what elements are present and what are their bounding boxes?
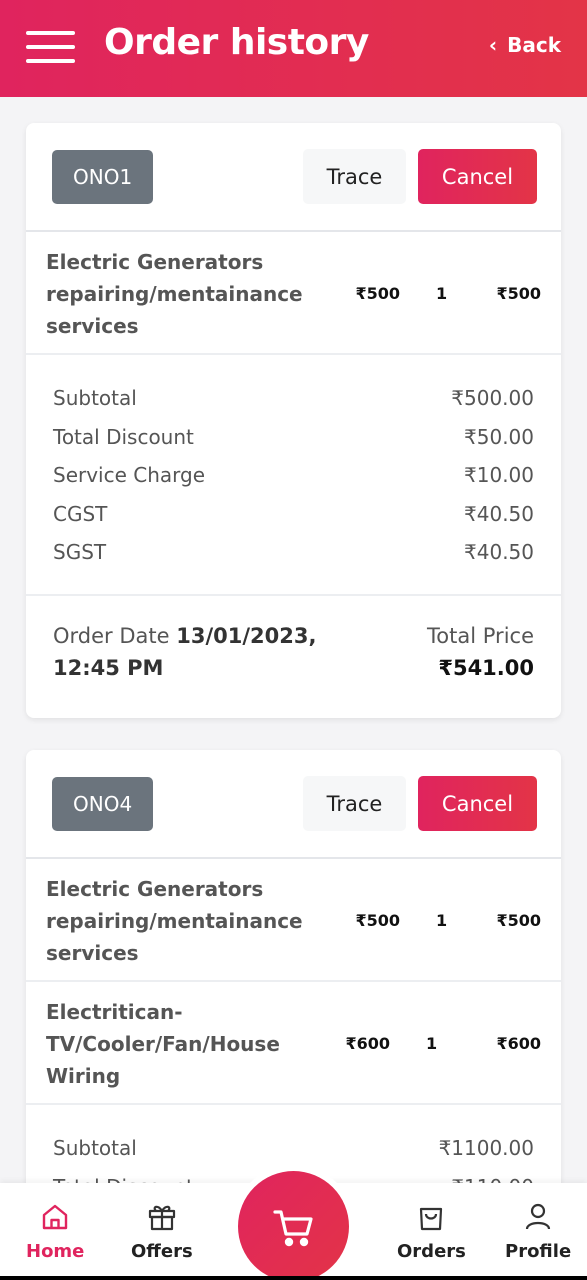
summary-row: Service Charge ₹10.00 [53,456,534,495]
item-total: ₹500 [496,284,541,303]
order-card-header: ONO4 Trace Cancel [26,750,561,859]
item-name: Electric Generators repairing/mentainanc… [46,250,303,338]
summary-label: Total Discount [53,1168,194,1184]
summary-label: Service Charge [53,463,206,487]
summary-value: ₹500.00 [451,386,534,410]
chevron-left-icon: ‹ [488,33,498,57]
summary-label: Subtotal [53,386,137,410]
app-header: Order history ‹ Back [0,0,587,97]
cancel-button[interactable]: Cancel [418,149,537,204]
total-price-value: ₹541.00 [438,655,534,680]
home-icon [43,1204,68,1230]
cart-icon [272,1209,313,1246]
summary-row: Subtotal ₹1100.00 [53,1129,534,1168]
order-card: ONO1 Trace Cancel Electric Generators re… [26,123,561,718]
summary-label: Total Discount [53,424,194,449]
summary-row: Total Discount ₹50.00 [53,418,534,457]
order-date: Order Date 13/01/2023, 12:45 PM [53,620,333,684]
item-price: ₹500 [355,284,400,303]
summary-value: ₹40.50 [464,501,534,526]
order-item-row: Electritican-TV/Cooler/Fan/House Wiring … [26,982,561,1105]
cancel-button[interactable]: Cancel [418,776,537,831]
shopping-bag-icon [420,1207,443,1231]
item-quantity: 1 [426,1034,438,1053]
item-price: ₹600 [345,1034,390,1053]
summary-label: Subtotal [53,1136,137,1160]
nav-home-label: Home [26,1241,85,1262]
nav-offers[interactable]: Offers [131,1201,193,1262]
item-name: Electritican-TV/Cooler/Fan/House Wiring [46,1000,280,1088]
nav-profile-label: Profile [505,1241,572,1262]
summary-value: ₹40.50 [464,540,534,564]
order-card: ONO4 Trace Cancel Electric Generators re… [26,750,561,1183]
system-bar-edge [0,1276,587,1280]
nav-orders[interactable]: Orders [397,1201,466,1262]
nav-offers-label: Offers [131,1241,193,1262]
summary-value: ₹110.00 [451,1168,534,1184]
item-price: ₹500 [355,911,400,930]
user-icon [525,1203,551,1230]
order-item-row: Electric Generators repairing/mentainanc… [26,232,561,355]
order-number-badge: ONO1 [52,150,154,204]
summary-row: CGST ₹40.50 [53,495,534,534]
order-item-row: Electric Generators repairing/mentainanc… [26,859,561,982]
summary-value: ₹1100.00 [438,1136,534,1160]
item-name: Electric Generators repairing/mentainanc… [46,877,303,965]
order-card-header: ONO1 Trace Cancel [26,123,561,232]
summary-row: Subtotal ₹500.00 [53,379,534,418]
cart-button[interactable] [238,1171,349,1280]
trace-button[interactable]: Trace [303,149,406,204]
item-quantity: 1 [436,911,448,930]
summary-value: ₹10.00 [464,463,534,487]
menu-icon[interactable] [26,31,75,63]
page-title: Order history [104,22,369,63]
total-price-label: Total Price [427,623,534,648]
nav-home[interactable]: Home [26,1201,84,1262]
order-list[interactable]: ONO1 Trace Cancel Electric Generators re… [0,97,587,1183]
trace-button[interactable]: Trace [303,776,406,831]
nav-profile[interactable]: Profile [505,1201,571,1262]
order-date-label: Order Date [53,623,170,648]
gift-icon [148,1205,175,1231]
back-button[interactable]: ‹ Back [489,33,561,57]
nav-orders-label: Orders [397,1241,466,1262]
order-summary: Subtotal ₹500.00 Total Discount ₹50.00 S… [26,355,561,596]
summary-label: CGST [53,501,108,526]
back-label: Back [507,33,561,57]
summary-label: SGST [53,540,107,564]
item-quantity: 1 [436,284,448,303]
item-total: ₹500 [496,911,541,930]
summary-row: SGST ₹40.50 [53,533,534,572]
order-footer: Order Date 13/01/2023, 12:45 PM Total Pr… [26,596,561,718]
item-total: ₹600 [496,1034,541,1053]
summary-value: ₹50.00 [464,424,534,449]
order-number-badge: ONO4 [52,777,154,831]
